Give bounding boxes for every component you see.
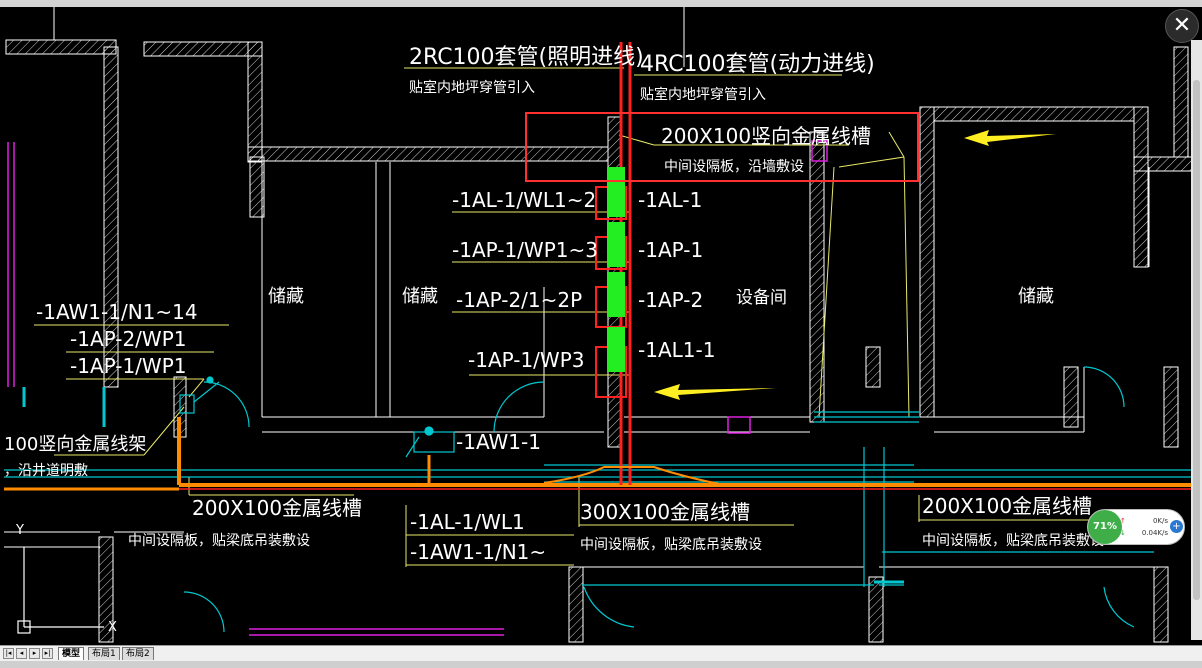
label-rc-power: 4RC100套管(动力进线) bbox=[640, 52, 875, 77]
first-tab-button[interactable]: |◂ bbox=[3, 648, 14, 659]
tab-layout2[interactable]: 布局2 bbox=[122, 647, 154, 660]
download-arrow-icon: ↓ bbox=[1120, 529, 1126, 537]
label-rc-light-sub: 贴室内地坪穿管引入 bbox=[409, 79, 535, 96]
scrollbar-thumb[interactable] bbox=[1193, 80, 1200, 600]
label-bottom-al1: -1AL-1/WL1 bbox=[410, 510, 525, 534]
label-panel-al11: -1AL1-1 bbox=[638, 338, 715, 362]
download-speed-value: 0.04K/s bbox=[1141, 529, 1168, 537]
tab-layout1[interactable]: 布局1 bbox=[88, 647, 120, 660]
top-toolbar-strip bbox=[0, 0, 1202, 7]
plus-icon[interactable]: + bbox=[1170, 520, 1183, 533]
label-rc-power-sub: 贴室内地坪穿管引入 bbox=[640, 86, 766, 103]
label-lead-ap1-wp3: -1AP-1/WP3 bbox=[468, 348, 584, 372]
label-vertical-trough-sub: 中间设隔板，沿墙敷设 bbox=[664, 159, 804, 175]
label-storage-2: 储藏 bbox=[402, 286, 438, 307]
upload-arrow-icon: ↑ bbox=[1120, 517, 1126, 525]
label-left-vertical: 100竖向金属线架 bbox=[4, 434, 146, 455]
label-panel-al1: -1AL-1 bbox=[638, 188, 702, 212]
label-rc-light: 2RC100套管(照明进线) bbox=[409, 45, 644, 70]
layout-tab-bar: |◂ ◂ ▸ ▸| 模型 布局1 布局2 bbox=[0, 645, 1202, 662]
label-storage-3: 储藏 bbox=[1018, 286, 1054, 307]
network-speed-widget[interactable]: 71% ↑ 0K/s ↓ 0.04K/s + bbox=[1087, 509, 1185, 545]
download-speed: ↓ 0.04K/s bbox=[1120, 529, 1168, 537]
axis-x-label: X bbox=[108, 620, 117, 635]
label-panel-ap1: -1AP-1 bbox=[638, 238, 703, 262]
last-tab-button[interactable]: ▸| bbox=[42, 648, 53, 659]
next-tab-button[interactable]: ▸ bbox=[29, 648, 40, 659]
close-icon: ✕ bbox=[1172, 13, 1192, 38]
label-lead-ap1: -1AP-1/WP1~3 bbox=[452, 238, 598, 262]
label-left-ap2: -1AP-2/WP1 bbox=[70, 327, 186, 351]
label-vertical-trough: 200X100竖向金属线槽 bbox=[661, 124, 871, 148]
label-left-aw1: -1AW1-1/N1~14 bbox=[36, 300, 198, 324]
vertical-scrollbar[interactable] bbox=[1191, 40, 1202, 640]
upload-speed: ↑ 0K/s bbox=[1120, 517, 1168, 525]
tab-model[interactable]: 模型 bbox=[58, 647, 85, 660]
label-trough-mid: 300X100金属线槽 bbox=[580, 500, 750, 524]
network-percent-badge: 71% bbox=[1088, 510, 1122, 544]
label-trough-right: 200X100金属线槽 bbox=[922, 494, 1092, 518]
label-storage-1: 储藏 bbox=[268, 286, 304, 307]
label-aw1: -1AW1-1 bbox=[456, 430, 541, 454]
cad-drawing[interactable]: 2RC100套管(照明进线) 贴室内地坪穿管引入 4RC100套管(动力进线) … bbox=[4, 7, 1191, 645]
label-trough-left: 200X100金属线槽 bbox=[192, 496, 362, 520]
arrow-left-icon bbox=[964, 130, 1056, 146]
label-left-vertical-sub: ，沿井道明敷 bbox=[4, 463, 88, 479]
label-trough-mid-sub: 中间设隔板，贴梁底吊装敷设 bbox=[580, 537, 762, 553]
label-panel-ap2: -1AP-2 bbox=[638, 288, 703, 312]
label-equipment-room: 设备间 bbox=[736, 288, 787, 308]
drawing-labels: 2RC100套管(照明进线) 贴室内地坪穿管引入 4RC100套管(动力进线) … bbox=[4, 45, 1104, 635]
label-bottom-aw1: -1AW1-1/N1~ bbox=[410, 540, 546, 564]
cad-viewer[interactable]: 2RC100套管(照明进线) 贴室内地坪穿管引入 4RC100套管(动力进线) … bbox=[0, 0, 1202, 668]
label-left-ap1: -1AP-1/WP1 bbox=[70, 354, 186, 378]
label-trough-right-sub: 中间设隔板，贴梁底吊装敷设 bbox=[922, 533, 1104, 549]
close-button[interactable]: ✕ bbox=[1165, 9, 1199, 43]
label-lead-al1: -1AL-1/WL1~2 bbox=[452, 188, 596, 212]
ucs-icon bbox=[17, 547, 104, 634]
prev-tab-button[interactable]: ◂ bbox=[16, 648, 27, 659]
arrow-left-icon bbox=[654, 384, 776, 400]
upload-speed-value: 0K/s bbox=[1152, 517, 1168, 525]
label-trough-left-sub: 中间设隔板，贴梁底吊装敷设 bbox=[128, 533, 310, 549]
label-lead-ap2: -1AP-2/1~2P bbox=[456, 288, 582, 312]
bottom-status-strip bbox=[0, 661, 1202, 668]
axis-y-label: Y bbox=[15, 523, 24, 538]
